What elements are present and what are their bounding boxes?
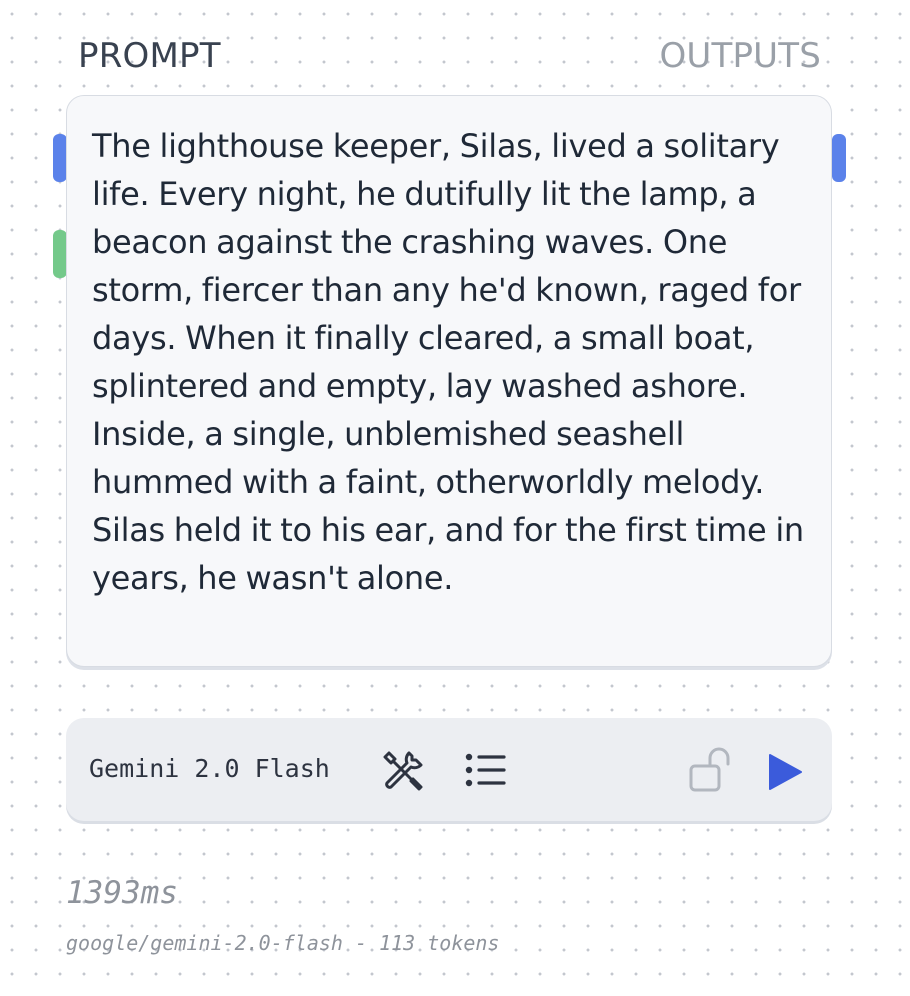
input-connection-handle-green[interactable]	[53, 230, 67, 278]
output-connection-handle-blue[interactable]	[832, 134, 846, 182]
play-icon[interactable]	[766, 752, 806, 792]
tools-icon[interactable]	[379, 747, 427, 795]
prompt-section-label: PROMPT	[78, 36, 221, 76]
model-token-info: google/gemini-2.0-flash - 113 tokens	[66, 931, 500, 955]
outputs-section-label: OUTPUTS	[659, 36, 821, 76]
unlock-icon[interactable]	[688, 746, 738, 794]
list-icon[interactable]	[464, 750, 508, 790]
response-duration: 1393ms	[66, 875, 178, 911]
prompt-text-area[interactable]: The lighthouse keeper, Silas, lived a so…	[66, 95, 832, 667]
input-connection-handle-blue[interactable]	[53, 134, 67, 182]
prompt-text: The lighthouse keeper, Silas, lived a so…	[92, 127, 804, 597]
model-name-selector[interactable]: Gemini 2.0 Flash	[89, 754, 330, 784]
model-toolbar: Gemini 2.0 Flash	[66, 718, 832, 821]
